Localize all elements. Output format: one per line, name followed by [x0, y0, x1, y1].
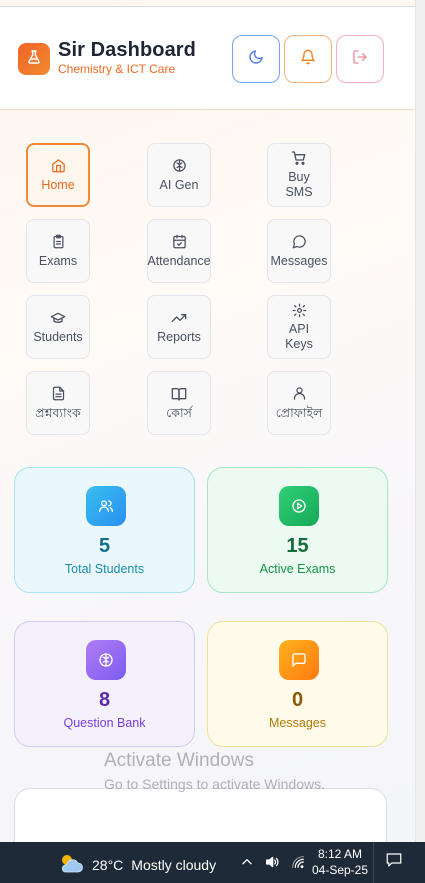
- message-square-icon: [279, 640, 319, 680]
- app-header: Sir Dashboard Chemistry & ICT Care: [0, 7, 415, 110]
- brain-icon: [86, 640, 126, 680]
- nav-item-students[interactable]: Students: [26, 295, 90, 359]
- scrollbar[interactable]: [415, 0, 425, 842]
- cloud-sun-icon: [58, 852, 84, 877]
- nav-item-ai-gen[interactable]: AI Gen: [147, 143, 211, 207]
- stat-value: 8: [98, 689, 111, 711]
- flask-icon: [26, 49, 42, 70]
- home-icon: [51, 158, 66, 174]
- stat-card-question-bank[interactable]: 8 Question Bank: [14, 621, 195, 747]
- taskbar: 28°C Mostly cloudy 8:12 AM 04-Sep-25: [0, 842, 425, 883]
- nav-item-question-bank[interactable]: প্রশ্নব্যাংক: [26, 371, 90, 435]
- nav-item-label: Home: [41, 177, 75, 192]
- stat-value: 15: [286, 535, 309, 557]
- nav-item-home[interactable]: Home: [26, 143, 90, 207]
- logo: [18, 43, 50, 75]
- nav-item-profile[interactable]: প্রোফাইল: [267, 371, 331, 435]
- nav-item-label: Attendance: [147, 253, 211, 268]
- notifications-button[interactable]: [284, 35, 332, 83]
- stat-value: 5: [98, 535, 111, 557]
- action-center-button[interactable]: [373, 842, 413, 883]
- content-card: [14, 788, 387, 842]
- activation-watermark: Activate Windows Go to Settings to activ…: [104, 750, 325, 792]
- nav-item-api-keys[interactable]: API Keys: [267, 295, 331, 359]
- nav-item-attendance[interactable]: Attendance: [147, 219, 211, 283]
- app-title: Sir Dashboard: [58, 39, 196, 61]
- system-tray: [240, 854, 306, 875]
- weather-condition: Mostly cloudy: [131, 856, 217, 873]
- book-icon: [171, 386, 187, 402]
- stat-label: Messages: [269, 716, 326, 730]
- cart-icon: [291, 150, 307, 166]
- nav-item-label: Students: [33, 329, 83, 344]
- nav-item-label: প্রোফাইল: [275, 405, 323, 420]
- nav-item-label: Messages: [270, 253, 328, 268]
- nav-item-label: AI Gen: [159, 177, 199, 192]
- app-subtitle: Chemistry & ICT Care: [58, 62, 176, 76]
- settings-icon: [292, 302, 307, 318]
- chevron-up-icon[interactable]: [240, 855, 254, 874]
- stat-card-messages[interactable]: 0 Messages: [207, 621, 388, 747]
- clipboard-icon: [51, 234, 66, 250]
- user-icon: [292, 386, 307, 402]
- nav-item-course[interactable]: কোর্স: [147, 371, 211, 435]
- play-circle-icon: [279, 486, 319, 526]
- weather-temperature: 28°C: [92, 856, 124, 873]
- nav-item-reports[interactable]: Reports: [147, 295, 211, 359]
- stat-label: Total Students: [64, 562, 145, 576]
- clock-date: 04-Sep-25: [311, 863, 369, 877]
- brain-icon: [172, 158, 187, 174]
- nav-item-messages[interactable]: Messages: [267, 219, 331, 283]
- nav-item-label: Buy SMS: [285, 170, 313, 199]
- nav-item-label: Reports: [157, 329, 201, 344]
- clock-time: 8:12 AM: [317, 847, 363, 861]
- notification-icon: [385, 851, 403, 874]
- watermark-title: Activate Windows: [104, 750, 254, 771]
- logout-icon: [352, 49, 368, 70]
- nav-item-exams[interactable]: Exams: [26, 219, 90, 283]
- watermark-subtitle: Go to Settings to activate Windows.: [104, 776, 325, 792]
- nav-item-label: প্রশ্নব্যাংক: [35, 405, 81, 420]
- bell-icon: [300, 49, 316, 70]
- stat-value: 0: [291, 689, 304, 711]
- nav-item-label: Exams: [38, 253, 78, 268]
- stat-label: Active Exams: [259, 562, 336, 576]
- trending-up-icon: [171, 310, 187, 326]
- moon-icon: [248, 49, 264, 70]
- theme-toggle-button[interactable]: [232, 35, 280, 83]
- browser-viewport: Sir Dashboard Chemistry & ICT Care Home …: [0, 0, 425, 842]
- volume-icon[interactable]: [264, 854, 280, 875]
- calendar-check-icon: [172, 234, 187, 250]
- dashboard-page: Sir Dashboard Chemistry & ICT Care Home …: [0, 0, 415, 842]
- graduation-cap-icon: [50, 310, 66, 326]
- stat-label: Question Bank: [63, 716, 146, 730]
- nav-item-label: API Keys: [285, 322, 313, 351]
- nav-item-label: কোর্স: [166, 405, 192, 420]
- users-icon: [86, 486, 126, 526]
- stat-card-active-exams[interactable]: 15 Active Exams: [207, 467, 388, 593]
- stat-card-total-students[interactable]: 5 Total Students: [14, 467, 195, 593]
- document-icon: [51, 386, 66, 402]
- weather-widget[interactable]: 28°C Mostly cloudy: [58, 852, 216, 877]
- wifi-icon[interactable]: [290, 854, 306, 875]
- logout-button[interactable]: [336, 35, 384, 83]
- clock[interactable]: 8:12 AM 04-Sep-25: [311, 846, 369, 878]
- chat-icon: [292, 234, 307, 250]
- nav-item-buy-sms[interactable]: Buy SMS: [267, 143, 331, 207]
